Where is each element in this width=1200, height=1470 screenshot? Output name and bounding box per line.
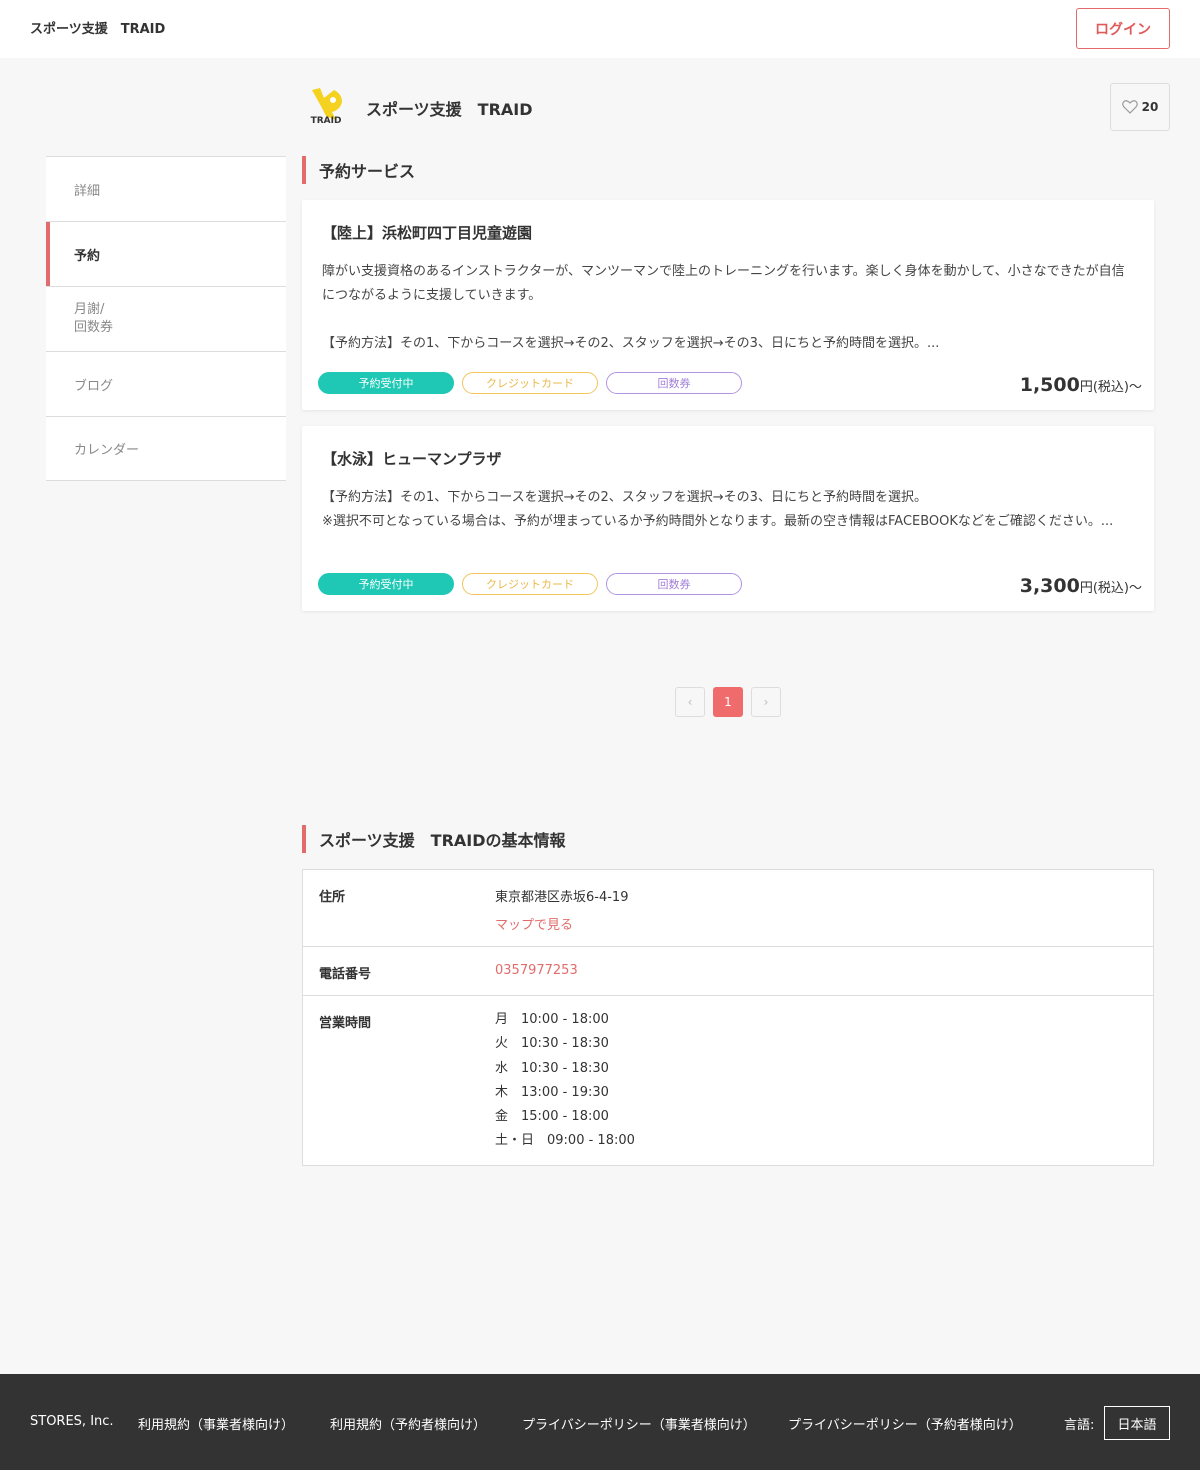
hours-line: 木 13:00 - 19:30 xyxy=(495,1084,609,1100)
company-name: STORES, Inc. xyxy=(30,1414,114,1429)
hours-line: 水 10:30 - 18:30 xyxy=(495,1060,609,1076)
sidebar-item-blog[interactable]: ブログ xyxy=(46,351,286,416)
phone-link[interactable]: 0357977253 xyxy=(495,963,578,978)
tag-reservation-open: 予約受付中 xyxy=(318,372,454,394)
hours-line: 火 10:30 - 18:30 xyxy=(495,1036,609,1052)
service-card[interactable]: 【水泳】ヒューマンプラザ 【予約方法】その1、下からコースを選択→その2、スタッ… xyxy=(302,426,1154,611)
logo-text: TRAID xyxy=(311,116,342,126)
sidebar-item-label: ブログ xyxy=(74,378,114,394)
address-label: 住所 xyxy=(319,890,346,905)
favorite-button[interactable]: 20 xyxy=(1110,83,1170,131)
phone-label: 電話番号 xyxy=(319,967,372,982)
tag-credit-card: クレジットカード xyxy=(462,372,598,394)
pagination: ‹ 1 › xyxy=(675,687,781,717)
prev-page-button[interactable]: ‹ xyxy=(675,687,705,717)
footer-link-terms-business[interactable]: 利用規約（事業者様向け） xyxy=(138,1414,294,1433)
tag-ticket: 回数券 xyxy=(606,573,742,595)
service-description: 【予約方法】その1、下からコースを選択→その2、スタッフを選択→その3、日にちと… xyxy=(322,490,1114,529)
footer: STORES, Inc. 利用規約（事業者様向け） 利用規約（予約者様向け） プ… xyxy=(0,1374,1200,1470)
favorite-count: 20 xyxy=(1141,100,1159,114)
price-suffix: 円(税込)〜 xyxy=(1079,380,1142,395)
footer-link-privacy-customer[interactable]: プライバシーポリシー（予約者様向け） xyxy=(788,1414,1022,1433)
footer-link-privacy-business[interactable]: プライバシーポリシー（事業者様向け） xyxy=(522,1414,756,1433)
language-select[interactable]: 日本語 xyxy=(1104,1406,1170,1440)
sidebar-item-detail[interactable]: 詳細 xyxy=(46,156,286,221)
store-logo: TRAID xyxy=(311,88,342,126)
service-tags: 予約受付中 クレジットカード 回数券 xyxy=(318,372,742,394)
hours-line: 月 10:00 - 18:00 xyxy=(495,1012,609,1027)
info-row-phone: 電話番号 0357977253 xyxy=(303,947,1153,996)
top-header: スポーツ支援 TRAID ログイン xyxy=(0,0,1200,58)
sidebar-item-label: 予約 xyxy=(74,248,101,264)
site-title[interactable]: スポーツ支援 TRAID xyxy=(30,18,165,37)
hours-line: 土・日 09:00 - 18:00 xyxy=(495,1133,635,1149)
footer-link-terms-customer[interactable]: 利用規約（予約者様向け） xyxy=(330,1414,486,1433)
login-button[interactable]: ログイン xyxy=(1076,8,1170,49)
service-tags: 予約受付中 クレジットカード 回数券 xyxy=(318,573,742,595)
sidebar-item-label: カレンダー xyxy=(74,443,140,458)
sidebar-nav: 詳細 予約 月謝/ 回数券 ブログ カレンダー xyxy=(46,156,286,481)
service-title: 【陸上】浜松町四丁目児童遊園 xyxy=(322,224,533,242)
service-title: 【水泳】ヒューマンプラザ xyxy=(322,450,502,468)
hours-line: 金 15:00 - 18:00 xyxy=(495,1109,609,1125)
price-value: 1,500 xyxy=(1019,374,1080,396)
price-suffix: 円(税込)〜 xyxy=(1079,581,1142,596)
sidebar-item-reservation[interactable]: 予約 xyxy=(46,221,286,286)
services-heading: 予約サービス xyxy=(302,156,415,184)
map-link[interactable]: マップで見る xyxy=(495,914,573,933)
store-name: スポーツ支援 TRAID xyxy=(366,100,533,119)
page-1-button[interactable]: 1 xyxy=(713,687,743,717)
sidebar-item-calendar[interactable]: カレンダー xyxy=(46,416,286,481)
sidebar-item-label: 月謝/ 回数券 xyxy=(74,302,114,335)
sidebar-item-label: 詳細 xyxy=(74,183,101,199)
basic-info-heading: スポーツ支援 TRAIDの基本情報 xyxy=(302,825,566,853)
hours-label: 営業時間 xyxy=(319,1016,372,1031)
service-price: 1,500円(税込)〜 xyxy=(1020,374,1142,396)
service-card[interactable]: 【陸上】浜松町四丁目児童遊園 障がい支援資格のあるインストラクターが、マンツーマ… xyxy=(302,200,1154,410)
tag-reservation-open: 予約受付中 xyxy=(318,573,454,595)
language-label: 言語: xyxy=(1064,1418,1095,1433)
heart-icon xyxy=(1121,100,1138,114)
tag-credit-card: クレジットカード xyxy=(462,573,598,595)
basic-info-table: 住所 東京都港区赤坂6-4-19 マップで見る 電話番号 0357977253 … xyxy=(302,869,1154,1166)
info-row-address: 住所 東京都港区赤坂6-4-19 マップで見る xyxy=(303,870,1153,947)
next-page-button[interactable]: › xyxy=(751,687,781,717)
sidebar-item-monthly-tickets[interactable]: 月謝/ 回数券 xyxy=(46,286,286,351)
service-price: 3,300円(税込)〜 xyxy=(1020,575,1142,597)
price-value: 3,300 xyxy=(1019,575,1080,597)
info-row-hours: 営業時間 月 10:00 - 18:00 火 10:30 - 18:30 水 1… xyxy=(303,996,1153,1165)
service-description: 障がい支援資格のあるインストラクターが、マンツーマンで陸上のトレーニングを行いま… xyxy=(322,264,1125,351)
hours-list: 月 10:00 - 18:00 火 10:30 - 18:30 水 10:30 … xyxy=(495,1008,635,1154)
tag-ticket: 回数券 xyxy=(606,372,742,394)
address-value: 東京都港区赤坂6-4-19 xyxy=(495,890,629,905)
